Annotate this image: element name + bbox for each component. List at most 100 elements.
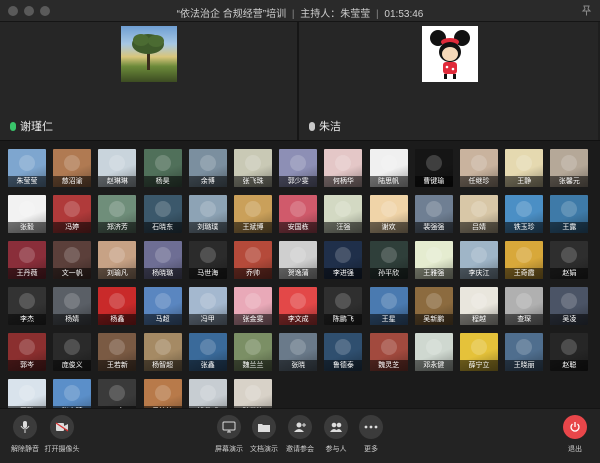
participant-avatar bbox=[380, 201, 397, 217]
more-button[interactable]: 更多 bbox=[349, 415, 393, 454]
participant-tile[interactable]: 张金雯 bbox=[234, 287, 272, 325]
participant-tile[interactable]: 曹键瑜 bbox=[414, 149, 453, 187]
participant-avatar bbox=[154, 201, 171, 217]
participant-tile[interactable]: 贺逸蒲 bbox=[279, 241, 318, 279]
participant-tile[interactable]: 王静 bbox=[505, 149, 544, 187]
participant-avatar bbox=[199, 247, 216, 263]
speaker-tile[interactable]: 谢瑾仁 bbox=[0, 22, 299, 140]
participant-avatar bbox=[109, 339, 126, 355]
participant-tile[interactable]: 石晓东 bbox=[143, 195, 182, 233]
participant-tile[interactable]: 冯甲 bbox=[188, 287, 227, 325]
add-user-icon bbox=[288, 415, 312, 439]
participant-tile[interactable]: 谢欢 bbox=[369, 195, 408, 233]
participant-tile[interactable]: 慈沼谕 bbox=[53, 149, 92, 187]
participant-tile[interactable]: 张馨元 bbox=[550, 149, 589, 187]
cartoon-mouse-avatar bbox=[422, 26, 478, 82]
participant-tile[interactable]: 查琛 bbox=[505, 287, 544, 325]
participant-tile[interactable]: 王斌博 bbox=[234, 195, 272, 233]
participant-tile[interactable]: 程越 bbox=[460, 287, 498, 325]
participant-tile[interactable]: 张晓 bbox=[279, 333, 318, 371]
participant-tile[interactable]: 王奇霞 bbox=[505, 241, 544, 279]
participant-tile[interactable]: 孙平欣 bbox=[369, 241, 408, 279]
landscape-tree-photo bbox=[121, 26, 177, 82]
participant-avatar bbox=[109, 155, 126, 171]
participant-tile[interactable]: 文一帆 bbox=[53, 241, 92, 279]
participant-name: 马超 bbox=[143, 314, 182, 325]
speaker-tile[interactable]: 朱洁 bbox=[299, 22, 598, 140]
participant-name: 鲁德泰 bbox=[324, 360, 363, 371]
participant-tile[interactable]: 安国栋 bbox=[279, 195, 318, 233]
participant-avatar bbox=[109, 201, 126, 217]
participant-tile[interactable]: 李杰 bbox=[8, 287, 46, 325]
participant-tile[interactable]: 王星 bbox=[369, 287, 408, 325]
participant-name: 王若新 bbox=[98, 360, 137, 371]
participant-tile[interactable]: 郭岑 bbox=[8, 333, 46, 371]
participant-tile[interactable]: 王雅强 bbox=[414, 241, 453, 279]
participant-tile[interactable]: 何柄华 bbox=[324, 149, 363, 187]
participant-avatar bbox=[425, 293, 442, 309]
participant-tile[interactable]: 王露 bbox=[550, 195, 589, 233]
participant-tile[interactable]: 李进强 bbox=[324, 241, 363, 279]
exit-button[interactable]: 退出 bbox=[553, 415, 597, 454]
participant-tile[interactable]: 马世海 bbox=[188, 241, 227, 279]
participant-tile[interactable]: 余博 bbox=[188, 149, 227, 187]
participant-name: 何柄华 bbox=[324, 176, 363, 187]
participant-avatar bbox=[380, 155, 397, 171]
participant-tile[interactable]: 乔帅 bbox=[234, 241, 272, 279]
participant-tile[interactable]: 王丹薇 bbox=[8, 241, 46, 279]
participant-tile[interactable]: 裴强强 bbox=[414, 195, 453, 233]
participant-tile[interactable]: 刘璐璞 bbox=[188, 195, 227, 233]
participant-tile[interactable]: 陆思帆 bbox=[369, 149, 408, 187]
participant-avatar bbox=[290, 247, 307, 263]
participant-tile[interactable]: 吕婧 bbox=[460, 195, 498, 233]
pin-icon[interactable] bbox=[581, 5, 592, 16]
participant-tile[interactable]: 冯婷 bbox=[53, 195, 92, 233]
participant-tile[interactable]: 庞俊义 bbox=[53, 333, 92, 371]
participant-name: 杨晓璐 bbox=[143, 268, 182, 279]
participant-tile[interactable]: 李庆江 bbox=[460, 241, 498, 279]
participant-tile[interactable]: 陈鹏飞 bbox=[324, 287, 363, 325]
participant-tile[interactable]: 魏兰兰 bbox=[234, 333, 272, 371]
participant-tile[interactable]: 朱莹莹 bbox=[8, 149, 46, 187]
participant-avatar bbox=[335, 247, 352, 263]
participant-tile[interactable]: 赵娟 bbox=[550, 241, 589, 279]
participant-tile[interactable]: 薛宁立 bbox=[460, 333, 498, 371]
participant-name: 查琛 bbox=[505, 314, 544, 325]
participant-tile[interactable]: 李文成 bbox=[279, 287, 318, 325]
participant-tile[interactable]: 杨昊 bbox=[143, 149, 182, 187]
participant-avatar bbox=[199, 339, 216, 355]
participant-avatar bbox=[471, 201, 487, 217]
camera-icon bbox=[50, 415, 74, 439]
participant-tile[interactable]: 杨婧 bbox=[53, 287, 92, 325]
participant-tile[interactable]: 刘瑜凡 bbox=[98, 241, 137, 279]
participant-tile[interactable]: 吴新鹏 bbox=[414, 287, 453, 325]
power-icon bbox=[563, 415, 587, 439]
participant-tile[interactable]: 汪强 bbox=[324, 195, 363, 233]
participant-avatar bbox=[19, 247, 35, 263]
participant-tile[interactable]: 王若新 bbox=[98, 333, 137, 371]
participant-tile[interactable]: 张鑫 bbox=[188, 333, 227, 371]
participant-tile[interactable]: 杨晓璐 bbox=[143, 241, 182, 279]
participant-tile[interactable]: 杨智超 bbox=[143, 333, 182, 371]
participant-tile[interactable]: 任继珍 bbox=[460, 149, 498, 187]
participant-name: 文一帆 bbox=[53, 268, 92, 279]
participant-tile[interactable]: 张飞珠 bbox=[234, 149, 272, 187]
participant-tile[interactable]: 郭少雯 bbox=[279, 149, 318, 187]
participant-tile[interactable]: 马超 bbox=[143, 287, 182, 325]
participant-tile[interactable]: 张毅 bbox=[8, 195, 46, 233]
participant-tile[interactable]: 鲁德泰 bbox=[324, 333, 363, 371]
participant-tile[interactable]: 杨鑫 bbox=[98, 287, 137, 325]
participant-tile[interactable]: 赵琳琳 bbox=[98, 149, 137, 187]
participant-name: 吴凌 bbox=[550, 314, 589, 325]
host-label: 主持人：朱莹莹 bbox=[300, 9, 371, 20]
camera-button[interactable]: 打开摄像头 bbox=[40, 415, 84, 454]
participant-avatar bbox=[109, 247, 126, 263]
participant-avatar bbox=[245, 385, 261, 401]
participant-tile[interactable]: 郑济芳 bbox=[98, 195, 137, 233]
participant-tile[interactable]: 吴凌 bbox=[550, 287, 589, 325]
participant-tile[interactable]: 赵聪 bbox=[550, 333, 589, 371]
participant-tile[interactable]: 邓永健 bbox=[414, 333, 453, 371]
participant-tile[interactable]: 王晓丽 bbox=[505, 333, 544, 371]
participant-tile[interactable]: 魏灵芝 bbox=[369, 333, 408, 371]
participant-tile[interactable]: 铁玉珍 bbox=[505, 195, 544, 233]
